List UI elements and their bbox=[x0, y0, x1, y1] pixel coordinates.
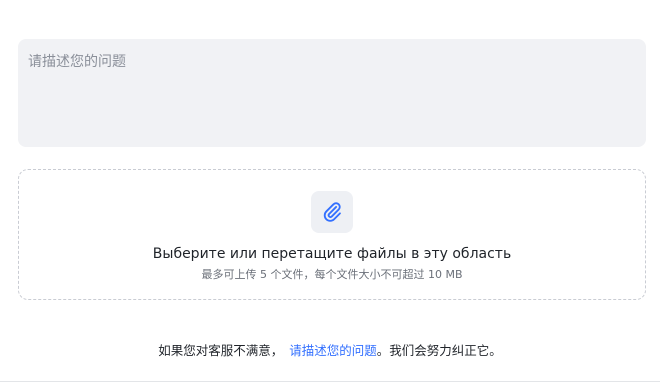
footer-note: 如果您对客服不满意， 请描述您的问题。我们会努力纠正它。 bbox=[0, 340, 660, 359]
dropzone-hint: 最多可上传 5 个文件，每个文件大小不可超过 10 MB bbox=[201, 268, 463, 281]
attach-icon-container bbox=[311, 191, 353, 233]
paperclip-icon bbox=[323, 202, 341, 222]
footer-prefix: 如果您对客服不满意， bbox=[158, 343, 284, 358]
describe-problem-link[interactable]: 请描述您的问题 bbox=[289, 343, 377, 358]
footer-suffix: 。我们会努力纠正它。 bbox=[376, 343, 502, 358]
dropzone-title: Выберите или перетащите файлы в эту обла… bbox=[152, 246, 512, 262]
problem-description-input[interactable] bbox=[18, 39, 646, 147]
file-upload-dropzone[interactable]: Выберите или перетащите файлы в эту обла… bbox=[18, 169, 646, 300]
bottom-divider bbox=[0, 381, 660, 382]
feedback-page: Выберите или перетащите файлы в эту обла… bbox=[0, 0, 660, 386]
